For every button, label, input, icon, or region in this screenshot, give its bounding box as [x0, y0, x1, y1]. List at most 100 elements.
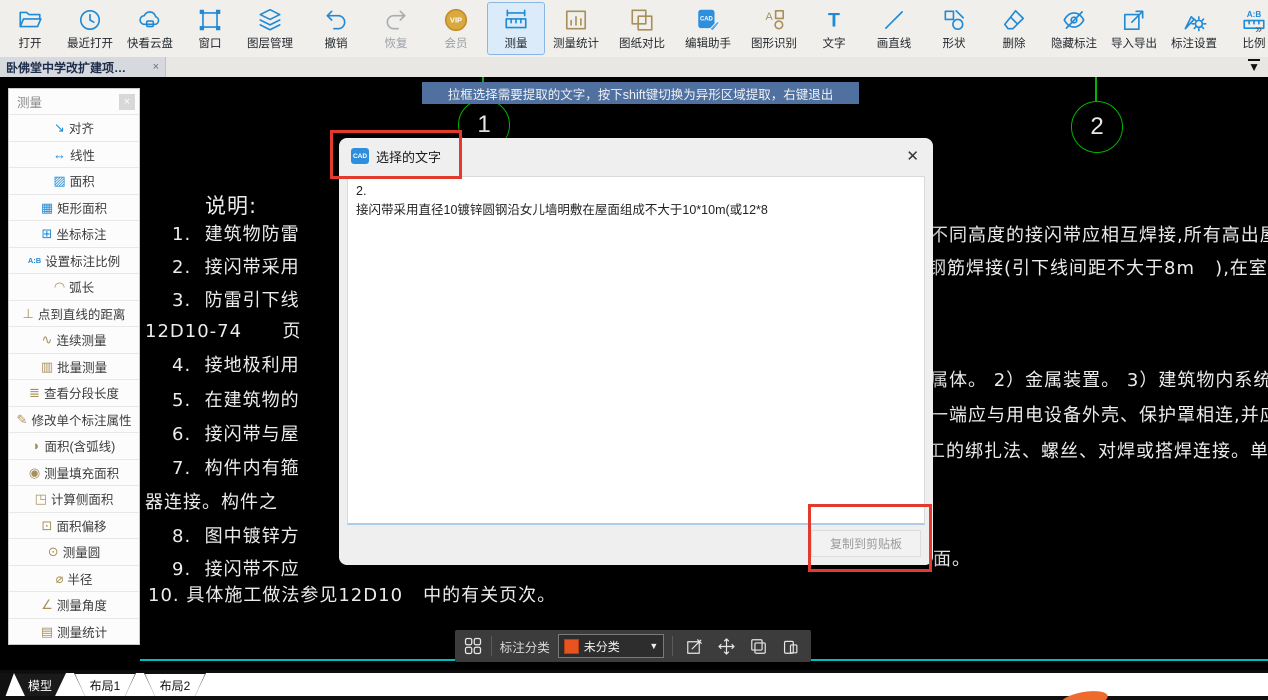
- measure-tool-label: 修改单个标注属性: [31, 413, 132, 428]
- toolbar-button-15[interactable]: 画直线: [865, 2, 923, 55]
- toolbar-button-19[interactable]: 导入导出: [1105, 2, 1163, 55]
- measure-tool-15[interactable]: ◳ 计算侧面积: [9, 485, 139, 512]
- move-icon[interactable]: [713, 633, 739, 659]
- copy-icon[interactable]: [745, 633, 771, 659]
- cad-note-line-10: 器连接。构件之: [145, 492, 278, 513]
- measure-tool-18[interactable]: ⌀ 半径: [9, 564, 139, 592]
- undo-icon: [323, 6, 349, 34]
- toolbar-button-1[interactable]: 打开: [1, 2, 59, 55]
- cad-note-line-3: 2. 接闪带采用: [172, 257, 300, 278]
- measure-tool-13[interactable]: ◗ 面积(含弧线): [9, 432, 139, 459]
- shapes-icon: [941, 6, 967, 34]
- edit-assistant-icon: CAD: [695, 6, 721, 34]
- import-export-icon: [1121, 6, 1147, 34]
- classify-label: 标注分类: [499, 640, 550, 655]
- area-offset-icon: ⊡: [41, 517, 53, 533]
- eraser-icon: [1001, 6, 1027, 34]
- extracted-text-area[interactable]: 2. 接闪带采用直径10镀锌圆钢沿女儿墙明敷在屋面组成不大于10*10m(或12…: [347, 176, 925, 525]
- measure-tool-17[interactable]: ⊙ 测量圆: [9, 538, 139, 565]
- measure-panel-close-icon[interactable]: ×: [119, 93, 135, 110]
- layers-icon: [257, 6, 283, 34]
- cad-note-line-11: 8. 图中镀锌方: [172, 526, 300, 547]
- toolbar-button-17[interactable]: 删除: [985, 2, 1043, 55]
- cad-note-line-8: 6. 接闪带与屋: [172, 424, 300, 445]
- toolbar-overflow-icon[interactable]: »: [1255, 22, 1262, 36]
- measure-tool-label: 测量填充面积: [44, 466, 120, 481]
- measure-tool-6[interactable]: A:B 设置标注比例: [9, 246, 139, 274]
- svg-text:T: T: [828, 10, 840, 32]
- cad-note-line-6: 4. 接地极利用: [172, 355, 300, 376]
- measure-tool-9[interactable]: ∿ 连续测量: [9, 326, 139, 353]
- toolbar-button-3[interactable]: 快看云盘: [121, 2, 179, 55]
- edit-annotation-icon[interactable]: [681, 633, 707, 659]
- measure-tool-3[interactable]: ▨ 面积: [9, 167, 139, 194]
- toolbar-button-label: 图形识别: [751, 38, 797, 50]
- measure-tool-20[interactable]: ▤ 测量统计: [9, 617, 139, 645]
- measure-tool-4[interactable]: ▦ 矩形面积: [9, 193, 139, 221]
- measure-tool-label: 批量测量: [57, 360, 108, 375]
- measure-tool-1[interactable]: ↘ 对齐: [9, 114, 139, 141]
- measure-tool-11[interactable]: ≣ 查看分段长度: [9, 379, 139, 406]
- main-toolbar: 打开 最近打开 快看云盘 窗口 图层管理 撤销 恢复 VIP 会员 测量 测量统计 图纸对比 CAD 编辑…: [0, 0, 1268, 57]
- toolbar-button-20[interactable]: 标注设置: [1165, 2, 1223, 55]
- measure-tool-label: 设置标注比例: [45, 254, 121, 269]
- toolbar-button-10[interactable]: 测量统计: [547, 2, 605, 55]
- copy-to-clipboard-button[interactable]: 复制到剪贴板: [811, 530, 921, 557]
- toolbar-button-label: 导入导出: [1111, 38, 1157, 50]
- measure-tool-7[interactable]: ◠ 弧长: [9, 273, 139, 300]
- classify-grid-icon[interactable]: [463, 633, 483, 659]
- toolbar-button-label: 测量: [504, 38, 528, 50]
- measure-tool-label: 计算侧面积: [50, 493, 114, 508]
- dialog-close-icon[interactable]: ✕: [906, 147, 919, 165]
- toolbar-button-12[interactable]: CAD 编辑助手: [679, 2, 737, 55]
- toolbar-button-label: 比例: [1242, 38, 1266, 50]
- cad-note-line-5: 12D10-74 页: [145, 321, 302, 342]
- measure-tool-10[interactable]: ▥ 批量测量: [9, 352, 139, 380]
- cloud-drive-icon: [137, 6, 163, 34]
- svg-text:A: A: [766, 11, 774, 23]
- toolbar-button-13[interactable]: A 图形识别: [745, 2, 803, 55]
- measure-tool-12[interactable]: ✎ 修改单个标注属性: [9, 405, 139, 433]
- window-icon: [197, 6, 223, 34]
- batch-measure-icon: ▥: [40, 358, 54, 374]
- annotation-classify-bar: 标注分类 未分类 ▼: [455, 630, 811, 662]
- align-icon: ↘: [54, 120, 65, 136]
- toolbar-button-2[interactable]: 最近打开: [61, 2, 119, 55]
- paste-icon[interactable]: [777, 633, 803, 659]
- measure-tool-8[interactable]: ⊥ 点到直线的距离: [9, 299, 139, 327]
- toolbar-button-9[interactable]: 测量: [487, 2, 545, 55]
- grid-bubble-2: 2: [1071, 101, 1123, 153]
- toolbar-button-label: 最近打开: [67, 38, 113, 50]
- toolbar-button-label: 图层管理: [247, 38, 293, 50]
- measure-stats-icon: ▤: [40, 623, 54, 639]
- toolbar-button-6[interactable]: 撤销: [307, 2, 365, 55]
- svg-text:A:B: A:B: [1247, 10, 1262, 19]
- category-dropdown[interactable]: 未分类 ▼: [557, 634, 665, 658]
- side-area-icon: ◳: [34, 491, 47, 507]
- collapse-toolbar-icon[interactable]: ▼: [1248, 59, 1260, 74]
- toolbar-button-8: VIP 会员: [427, 2, 485, 55]
- toolbar-button-18[interactable]: 隐藏标注: [1045, 2, 1103, 55]
- toolbar-button-14[interactable]: T 文字: [805, 2, 863, 55]
- measure-tool-16[interactable]: ⊡ 面积偏移: [9, 511, 139, 539]
- toolbar-button-5[interactable]: 图层管理: [241, 2, 299, 55]
- dialog-titlebar[interactable]: CAD 选择的文字 ✕: [339, 138, 933, 174]
- toolbar-button-label: 测量统计: [553, 38, 599, 50]
- measure-tool-14[interactable]: ◉ 测量填充面积: [9, 458, 139, 486]
- measure-panel-title: 测量: [17, 96, 43, 110]
- measure-tool-19[interactable]: ∠ 测量角度: [9, 591, 139, 618]
- document-tab[interactable]: 卧佛堂中学改扩建项… ×: [0, 57, 166, 77]
- segment-length-icon: ≣: [29, 385, 40, 401]
- toolbar-button-11[interactable]: 图纸对比: [613, 2, 671, 55]
- cad-note-line-12: 9. 接闪带不应: [172, 559, 300, 580]
- toolbar-button-4[interactable]: 窗口: [181, 2, 239, 55]
- document-tab-close-icon[interactable]: ×: [153, 61, 159, 73]
- toolbar-button-7: 恢复: [367, 2, 425, 55]
- toolbar-button-label: 会员: [444, 38, 468, 50]
- measure-tool-label: 线性: [69, 148, 95, 163]
- document-tab-strip: 卧佛堂中学改扩建项… × ▼: [0, 57, 1268, 77]
- toolbar-button-label: 撤销: [324, 38, 348, 50]
- toolbar-button-16[interactable]: 形状: [925, 2, 983, 55]
- measure-tool-2[interactable]: ↔ 线性: [9, 140, 139, 168]
- measure-tool-5[interactable]: ⊞ 坐标标注: [9, 220, 139, 247]
